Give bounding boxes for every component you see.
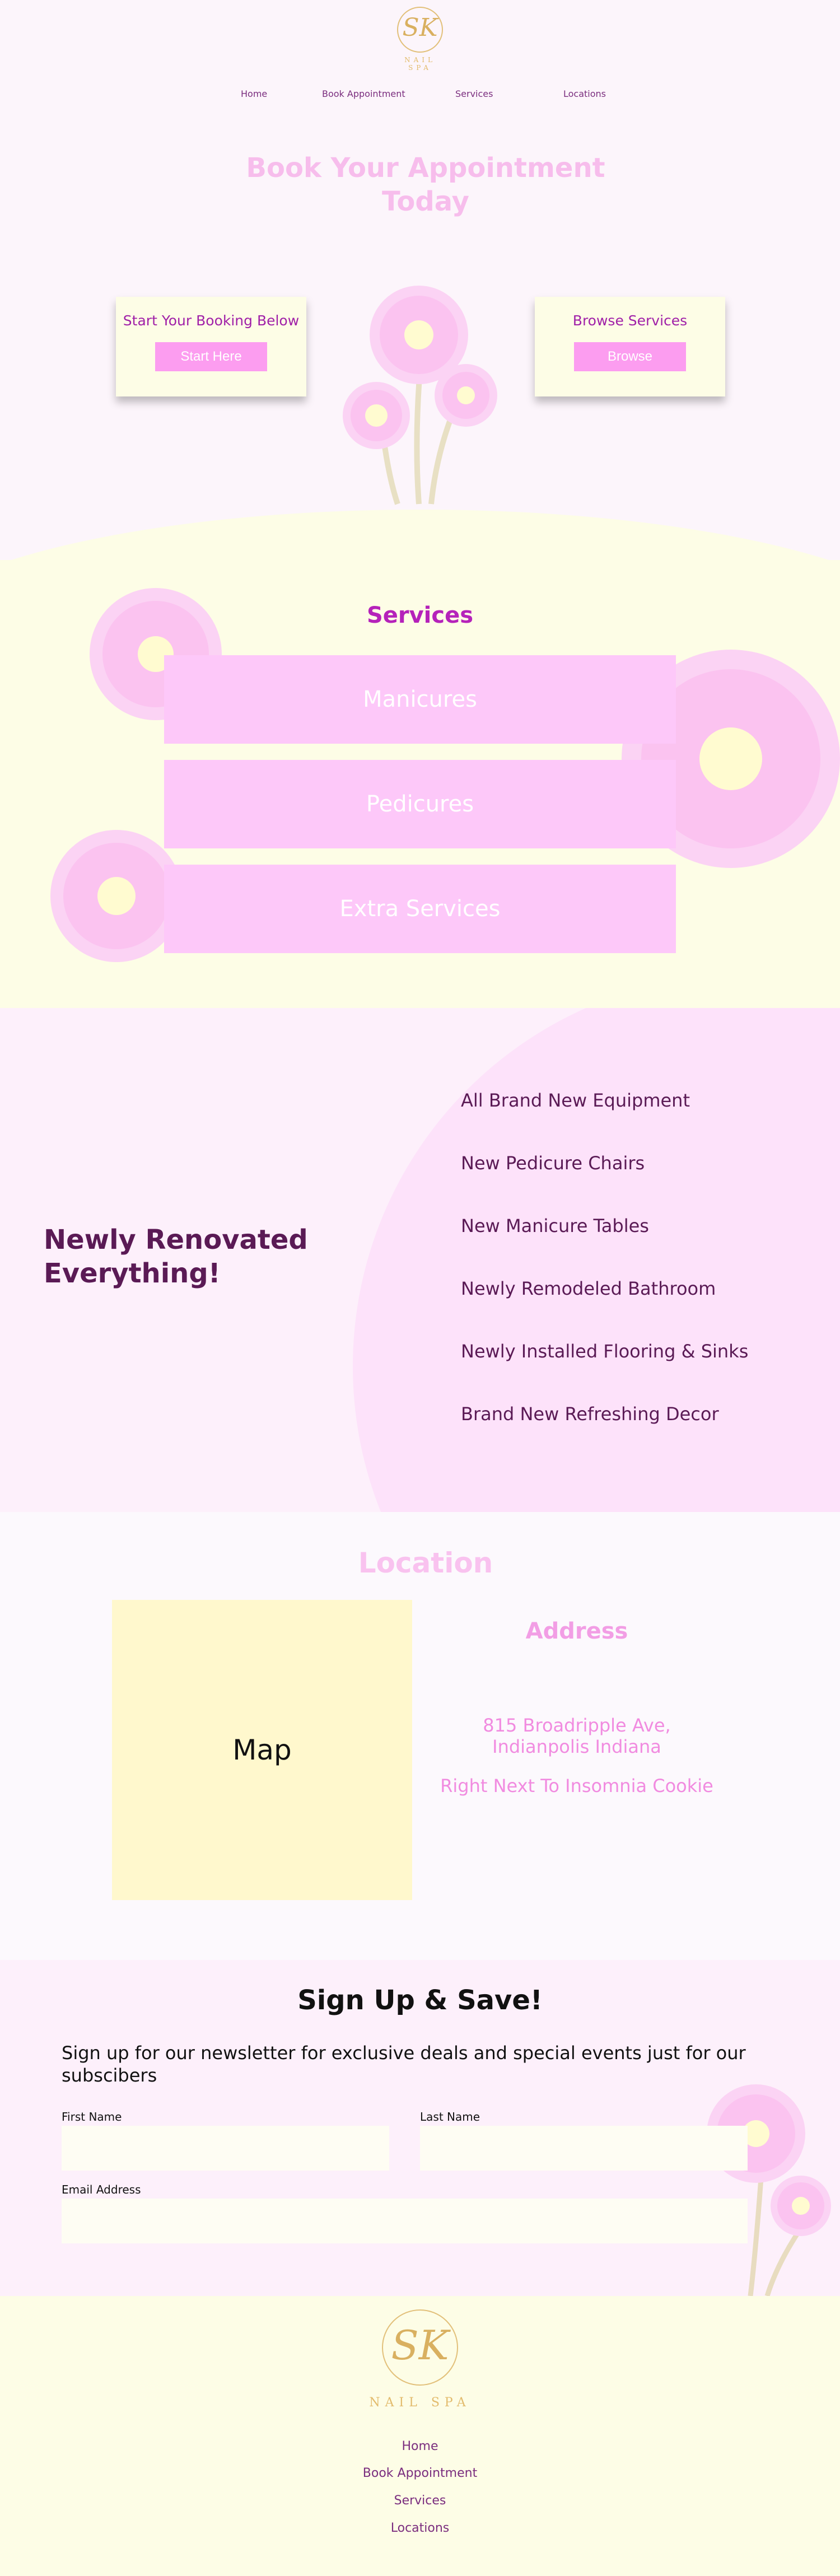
- signup-description: Sign up for our newsletter for exclusive…: [62, 2042, 746, 2086]
- location-section: Location Map Address 815 Broadripple Ave…: [0, 1512, 840, 1960]
- email-label: Email Address: [62, 2183, 141, 2196]
- feature-item: New Manicure Tables: [461, 1215, 649, 1236]
- flower-icon: [50, 830, 183, 962]
- site-footer: SK NAIL SPA Home Book Appointment Servic…: [0, 2296, 840, 2576]
- signup-title: Sign Up & Save!: [297, 1985, 543, 2016]
- service-manicures[interactable]: Manicures: [164, 655, 676, 744]
- feature-item: Newly Installed Flooring & Sinks: [461, 1341, 749, 1362]
- browse-button[interactable]: Browse: [574, 342, 686, 371]
- address-text: 815 Broadripple Ave, Indianpolis Indiana: [483, 1715, 671, 1757]
- nav-services[interactable]: Services: [455, 88, 493, 99]
- newsletter-section: Sign Up & Save! Sign up for our newslett…: [0, 1960, 840, 2296]
- logo-monogram: SK: [402, 13, 438, 42]
- services-title: Services: [366, 603, 474, 628]
- footer-nav-home[interactable]: Home: [0, 2439, 840, 2453]
- footer-monogram-icon: SK: [391, 2322, 449, 2369]
- first-name-label: First Name: [62, 2110, 122, 2124]
- booking-card: Start Your Booking Below Start Here: [116, 297, 306, 396]
- nav-home[interactable]: Home: [241, 88, 267, 99]
- first-name-field[interactable]: [62, 2126, 389, 2171]
- feature-item: All Brand New Equipment: [461, 1090, 690, 1111]
- nav-book-appointment[interactable]: Book Appointment: [322, 88, 405, 99]
- flower-bouquet-icon: [343, 286, 497, 505]
- services-section: Services Manicures Pedicures Extra Servi…: [0, 560, 840, 1008]
- logo-text: NAIL SPA: [404, 56, 436, 72]
- footer-logo[interactable]: SK: [382, 2309, 458, 2386]
- address-title: Address: [525, 1618, 628, 1644]
- footer-nav-services[interactable]: Services: [0, 2494, 840, 2508]
- email-field[interactable]: [62, 2199, 748, 2243]
- monogram-icon: SK: [397, 7, 443, 53]
- map-placeholder[interactable]: Map: [112, 1600, 412, 1900]
- service-pedicures[interactable]: Pedicures: [164, 760, 676, 848]
- booking-hero: Book Your Appointment Today Start Your B…: [0, 134, 840, 560]
- feature-item: Brand New Refreshing Decor: [461, 1403, 719, 1425]
- location-title: Location: [358, 1547, 493, 1579]
- flower-bouquet-icon: [707, 2084, 831, 2296]
- feature-item: New Pedicure Chairs: [461, 1152, 645, 1174]
- renovation-title: Newly Renovated Everything!: [44, 1224, 308, 1289]
- service-extra[interactable]: Extra Services: [164, 865, 676, 953]
- header-logo[interactable]: SK NAIL SPA: [392, 7, 448, 74]
- nav-locations[interactable]: Locations: [563, 88, 606, 99]
- start-here-button[interactable]: Start Here: [155, 342, 267, 371]
- footer-logo-text: NAIL SPA: [369, 2396, 471, 2410]
- hero-divider-curve: [0, 510, 840, 560]
- footer-nav-locations[interactable]: Locations: [0, 2521, 840, 2535]
- site-header: SK NAIL SPA Home Book Appointment Servic…: [0, 0, 840, 134]
- footer-nav-book-appointment[interactable]: Book Appointment: [0, 2466, 840, 2480]
- feature-item: Newly Remodeled Bathroom: [461, 1278, 716, 1299]
- browse-card-title: Browse Services: [572, 312, 688, 329]
- last-name-label: Last Name: [420, 2110, 480, 2124]
- hero-title: Book Your Appointment Today: [246, 152, 605, 217]
- booking-card-title: Start Your Booking Below: [123, 312, 300, 329]
- feature-list: All Brand New Equipment New Pedicure Cha…: [461, 1090, 748, 1466]
- renovation-section: Newly Renovated Everything! All Brand Ne…: [0, 1008, 840, 1512]
- browse-card: Browse Services Browse: [535, 297, 725, 396]
- last-name-field[interactable]: [420, 2126, 748, 2171]
- landmark-text: Right Next To Insomnia Cookie: [440, 1775, 713, 1796]
- main-nav: Home Book Appointment Services Locations: [0, 88, 840, 102]
